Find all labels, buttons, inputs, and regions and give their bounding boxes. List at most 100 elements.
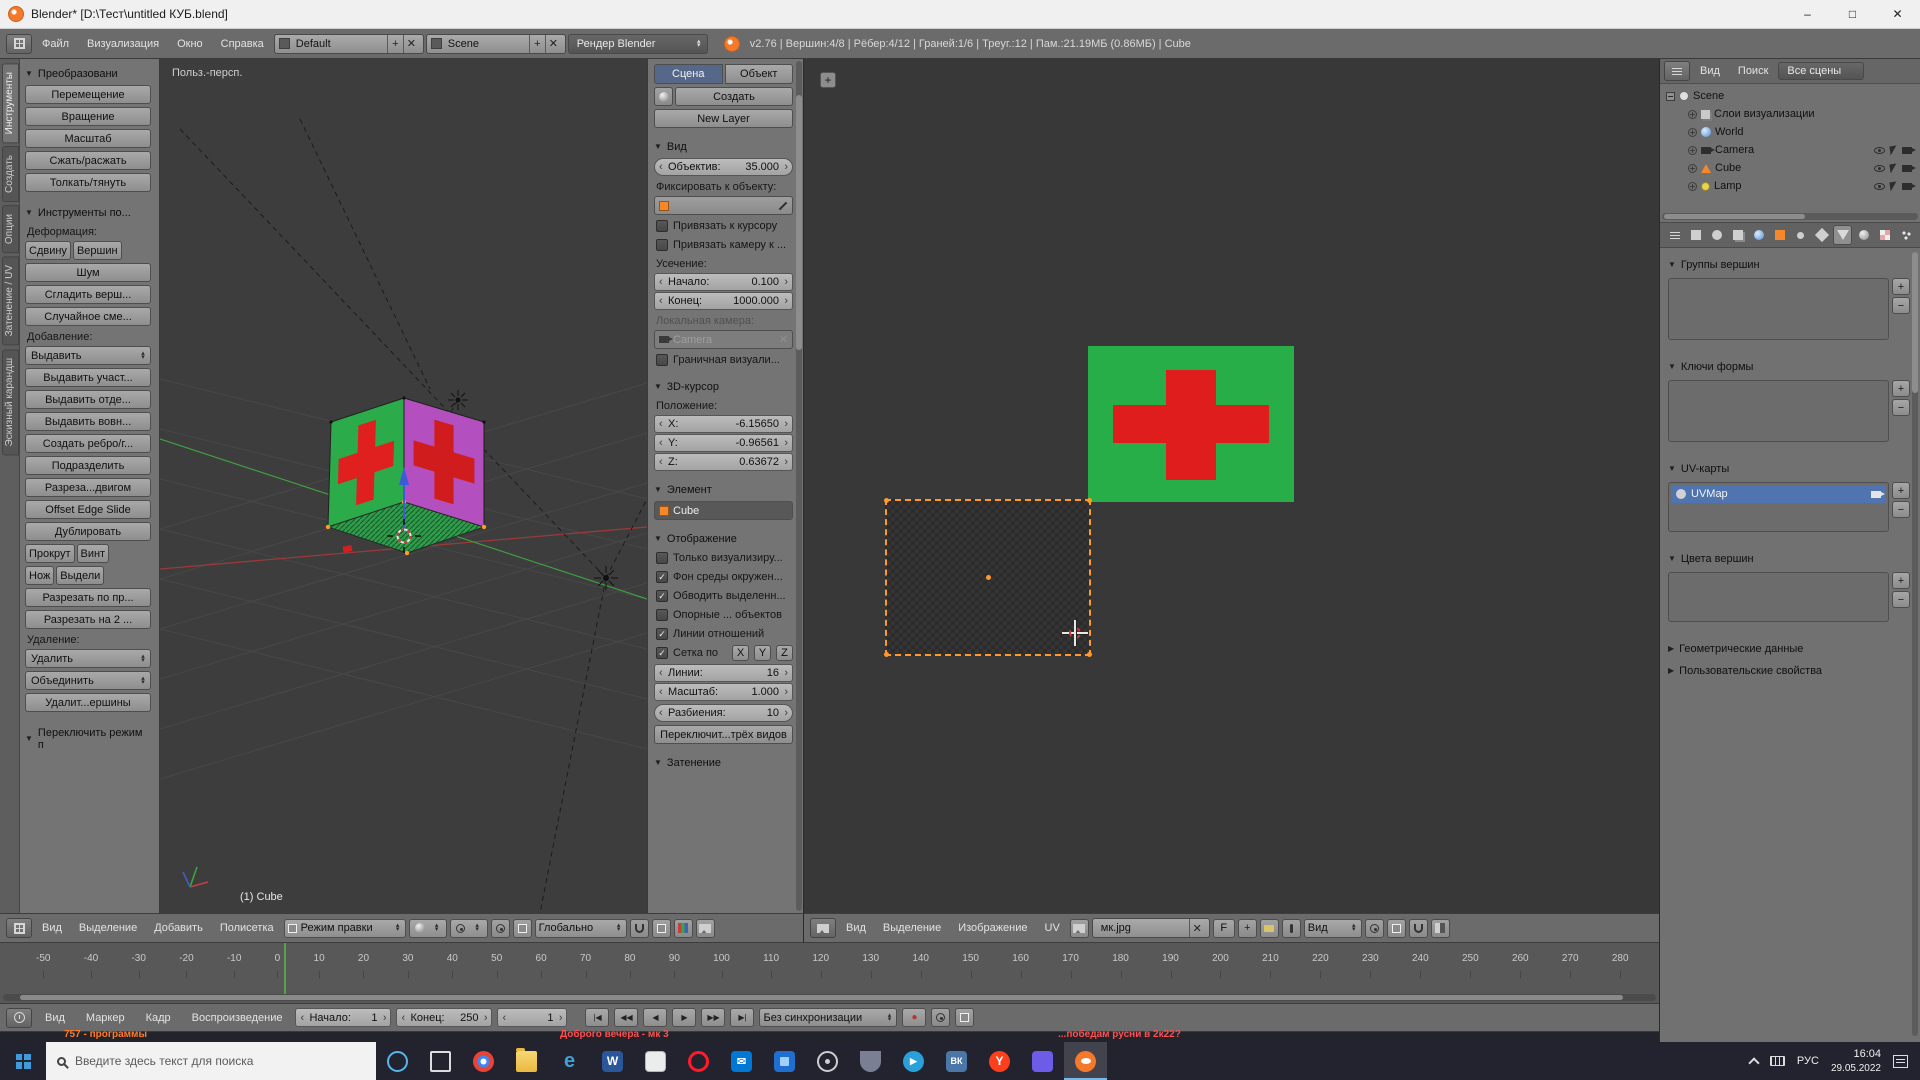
- tab-render-layers-icon[interactable]: [1728, 225, 1747, 245]
- remove-vertex-group-button[interactable]: [1892, 297, 1910, 314]
- menu-select-3d[interactable]: Выделение: [72, 914, 144, 942]
- cursor-x-field[interactable]: X: -6.15650: [654, 415, 793, 433]
- transform-orientation-dropdown[interactable]: Глобально: [535, 919, 627, 938]
- expand-icon[interactable]: [1688, 146, 1697, 155]
- clip-end-field[interactable]: Конец: 1000.000: [654, 292, 793, 310]
- local-camera-field[interactable]: Camera ✕: [654, 330, 793, 349]
- menu-view-uv[interactable]: Вид: [839, 914, 873, 942]
- pin-icon[interactable]: [1282, 919, 1301, 938]
- fake-user-toggle[interactable]: F: [1213, 919, 1235, 938]
- delete-layout-button[interactable]: ✕: [403, 35, 419, 53]
- uv-vertex[interactable]: [1087, 498, 1092, 503]
- cursor-y-field[interactable]: Y: -0.96561: [654, 434, 793, 452]
- tab-shading-uv[interactable]: Затенение / UV: [2, 256, 19, 345]
- gp-new-layer-button[interactable]: New Layer: [654, 109, 793, 128]
- timeline-scrollbar[interactable]: [3, 994, 1656, 1001]
- telegram-button[interactable]: [892, 1042, 935, 1080]
- uv-vertex-select-icon[interactable]: [1365, 919, 1384, 938]
- taskbar-search[interactable]: [46, 1042, 376, 1080]
- expand-icon[interactable]: [1688, 182, 1697, 191]
- eyedropper-icon[interactable]: [779, 201, 787, 209]
- outliner-row-camera[interactable]: Camera: [1666, 141, 1920, 159]
- menu-frame[interactable]: Кадр: [138, 1004, 179, 1032]
- word-button[interactable]: [591, 1042, 634, 1080]
- menu-image-uv[interactable]: Изображение: [951, 914, 1034, 942]
- yandex-button[interactable]: [978, 1042, 1021, 1080]
- info-editor-type-icon[interactable]: [6, 34, 32, 54]
- only-render-checkbox[interactable]: Только визуализиру...: [654, 550, 793, 566]
- restrict-select-icon[interactable]: [1889, 145, 1897, 155]
- viewport-shading-dropdown[interactable]: [409, 919, 447, 938]
- knife-button[interactable]: Нож: [25, 566, 54, 585]
- tab-modifiers-icon[interactable]: [1812, 225, 1831, 245]
- menu-add-3d[interactable]: Добавить: [147, 914, 210, 942]
- shape-keys-list[interactable]: [1668, 380, 1889, 442]
- menu-window[interactable]: Окно: [169, 30, 211, 58]
- offset-edge-slide-button[interactable]: Offset Edge Slide: [25, 500, 151, 519]
- make-edge-face-button[interactable]: Создать ребро/г...: [25, 434, 151, 453]
- menu-uvs[interactable]: UV: [1038, 914, 1067, 942]
- tab-tools[interactable]: Инструменты: [2, 63, 19, 143]
- restrict-render-icon[interactable]: [1902, 183, 1912, 190]
- defender-button[interactable]: [849, 1042, 892, 1080]
- tab-particles-icon[interactable]: [1896, 225, 1915, 245]
- add-scene-button[interactable]: +: [529, 35, 545, 53]
- toggle-quad-view-button[interactable]: Переключит...трёх видов: [654, 725, 793, 744]
- grid-x-toggle[interactable]: X: [732, 645, 749, 661]
- frame-start-field[interactable]: Начало: 1: [295, 1008, 391, 1027]
- manipulator-translate-icon[interactable]: [674, 919, 693, 938]
- translate-button[interactable]: Перемещение: [25, 85, 151, 104]
- outliner-filter-dropdown[interactable]: Все сцены: [1778, 62, 1864, 80]
- unlink-icon[interactable]: ✕: [779, 333, 788, 346]
- snap-element-icon[interactable]: [652, 919, 671, 938]
- uv-map-item-selected[interactable]: UVMap: [1671, 485, 1886, 503]
- maximize-button[interactable]: □: [1830, 0, 1875, 28]
- tab-constraints-icon[interactable]: [1791, 225, 1810, 245]
- uv-maps-list[interactable]: UVMap: [1668, 482, 1889, 532]
- menu-help[interactable]: Справка: [213, 30, 272, 58]
- outliner-scrollbar[interactable]: [1662, 213, 1918, 220]
- start-button[interactable]: [0, 1042, 46, 1080]
- render-opengl-icon[interactable]: [696, 919, 715, 938]
- open-image-icon[interactable]: [1260, 919, 1279, 938]
- menu-mesh-3d[interactable]: Полисетка: [213, 914, 281, 942]
- menu-select-uv[interactable]: Выделение: [876, 914, 948, 942]
- rotate-button[interactable]: Вращение: [25, 107, 151, 126]
- uv-2d-cursor[interactable]: [1062, 620, 1088, 646]
- explorer-button[interactable]: [505, 1042, 548, 1080]
- unlink-image-button[interactable]: ✕: [1189, 919, 1205, 937]
- vertex-colors-list[interactable]: [1668, 572, 1889, 622]
- vk-button[interactable]: [935, 1042, 978, 1080]
- restrict-select-icon[interactable]: [1889, 163, 1897, 173]
- gp-new-button[interactable]: Создать: [675, 87, 793, 106]
- keyframe-insert-icon[interactable]: [955, 1008, 974, 1027]
- clip-start-field[interactable]: Начало: 0.100: [654, 273, 793, 291]
- add-vertex-color-button[interactable]: [1892, 572, 1910, 589]
- vertex-slide-button[interactable]: Вершин: [73, 241, 122, 260]
- delete-dropdown[interactable]: Удалить: [25, 649, 151, 668]
- menu-render[interactable]: Визуализация: [79, 30, 167, 58]
- add-vertex-group-button[interactable]: [1892, 278, 1910, 295]
- pivot-center-dropdown[interactable]: [450, 919, 488, 938]
- menu-playback[interactable]: Воспроизведение: [184, 1004, 291, 1032]
- tab-world-icon[interactable]: [1749, 225, 1768, 245]
- gp-source-object-tab[interactable]: Объект: [725, 64, 794, 84]
- loop-cut-slide-button[interactable]: Разреза...двигом: [25, 478, 151, 497]
- lock-object-field[interactable]: [654, 196, 793, 215]
- grid-floor-checkbox[interactable]: Сетка по X Y Z: [654, 645, 793, 661]
- uv-vertex[interactable]: [1087, 652, 1092, 657]
- current-frame-indicator[interactable]: [284, 943, 286, 995]
- tab-options[interactable]: Опции: [2, 205, 19, 253]
- mail-button[interactable]: [720, 1042, 763, 1080]
- add-shape-key-button[interactable]: [1892, 380, 1910, 397]
- outliner-row-lamp[interactable]: Lamp: [1666, 177, 1920, 195]
- tab-scene-icon[interactable]: [1707, 225, 1726, 245]
- render-uv-icon[interactable]: [1871, 491, 1881, 498]
- settings-button[interactable]: [806, 1042, 849, 1080]
- auto-keyframe-record-button[interactable]: [902, 1008, 926, 1027]
- lens-field[interactable]: Объектив: 35.000: [654, 158, 793, 176]
- expand-icon[interactable]: [1688, 128, 1697, 137]
- action-center-icon[interactable]: [1893, 1055, 1908, 1068]
- vertex-groups-list[interactable]: [1668, 278, 1889, 340]
- tab-texture-icon[interactable]: [1875, 225, 1894, 245]
